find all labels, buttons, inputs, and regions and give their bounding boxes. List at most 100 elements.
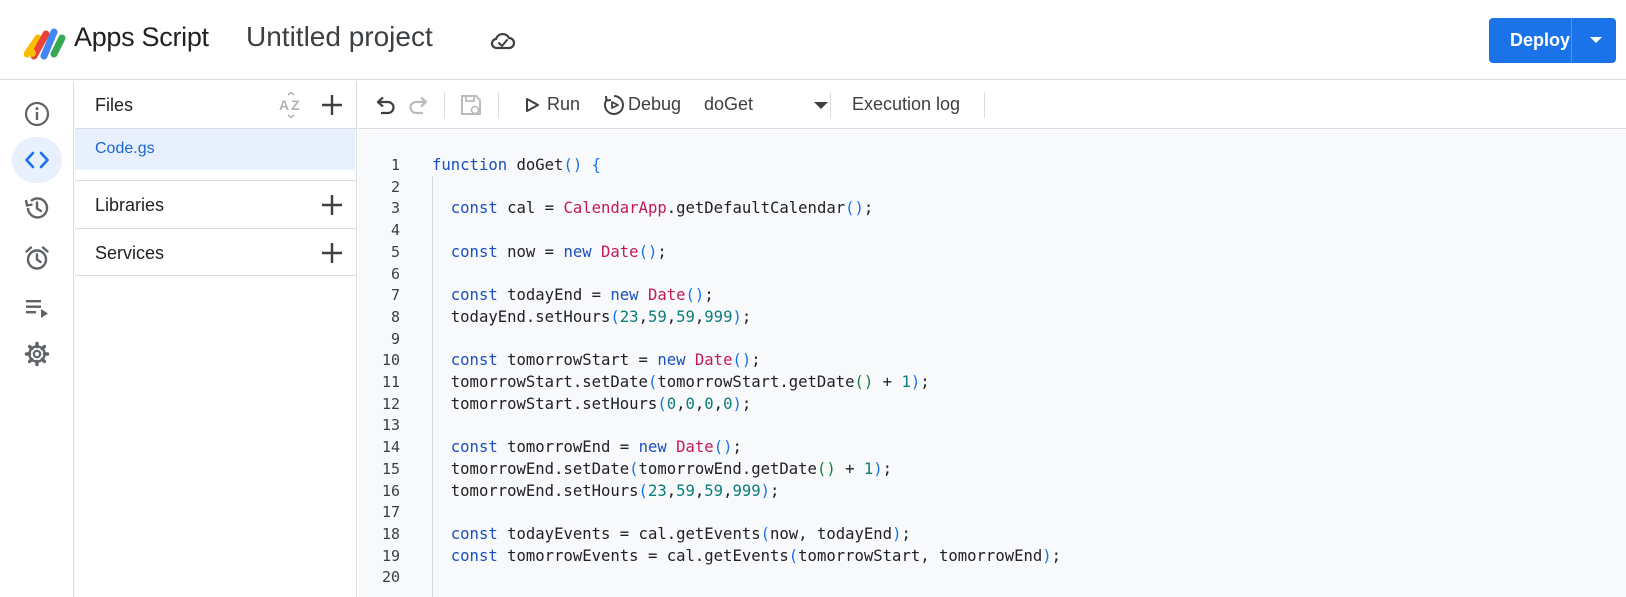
code-line[interactable]: 20 [358, 566, 1626, 588]
code-line[interactable]: 6 [358, 263, 1626, 285]
apps-script-logo-icon[interactable] [24, 24, 68, 60]
svg-text:Z: Z [291, 97, 300, 113]
undo-icon[interactable] [372, 92, 398, 118]
cloud-saved-icon [490, 32, 516, 50]
nav-editor[interactable] [12, 137, 62, 183]
run-button[interactable]: Run [547, 94, 580, 115]
file-item-code-gs[interactable]: Code.gs [75, 129, 355, 170]
toolbar-divider [984, 92, 985, 118]
line-number: 7 [390, 286, 400, 305]
code-line[interactable]: 16 tomorrowEnd.setHours(23,59,59,999); [358, 480, 1626, 502]
code-text: const tomorrowEnd = new Date(); [450, 438, 742, 457]
code-line[interactable]: 2 [358, 176, 1626, 198]
debug-button[interactable]: Debug [628, 94, 681, 115]
line-number: 8 [390, 307, 400, 326]
project-title[interactable]: Untitled project [246, 21, 433, 53]
nav-triggers[interactable] [12, 235, 62, 281]
code-editor[interactable]: 1 function doGet() {2 3 const cal = Calend… [358, 130, 1626, 597]
code-text: const tomorrowEvents = cal.getEvents(tom… [450, 546, 1062, 565]
line-number: 17 [381, 503, 400, 522]
code-text: const todayEnd = new Date(); [450, 286, 714, 305]
line-number: 10 [381, 351, 400, 370]
code-line[interactable]: 9 [358, 328, 1626, 350]
line-number: 2 [390, 177, 400, 196]
debug-icon[interactable] [601, 92, 627, 118]
toolbar-divider [830, 92, 831, 118]
services-label: Services [95, 243, 165, 263]
dropdown-caret-icon [814, 102, 828, 109]
add-file-icon[interactable] [319, 92, 345, 118]
files-title: Files [95, 95, 134, 115]
code-line[interactable]: 4 [358, 219, 1626, 241]
code-line[interactable]: 19 const tomorrowEvents = cal.getEvents(… [358, 545, 1626, 567]
app-header: Apps Script Untitled project Deploy [0, 0, 1626, 80]
nav-executions[interactable] [12, 285, 62, 331]
code-text: tomorrowEnd.setHours(23,59,59,999); [432, 481, 780, 500]
code-line[interactable]: 12 tomorrowStart.setHours(0,0,0,0); [358, 393, 1626, 415]
code-line[interactable]: 15 tomorrowEnd.setDate(tomorrowEnd.getDa… [358, 458, 1626, 480]
execution-log-button[interactable]: Execution log [852, 94, 960, 115]
run-icon[interactable] [522, 92, 542, 118]
toolbar-divider [498, 92, 499, 118]
info-icon [24, 101, 50, 127]
code-line[interactable]: 1 function doGet() { [358, 154, 1626, 176]
line-number: 3 [390, 199, 400, 218]
deploy-label: Deploy [1510, 30, 1571, 50]
app-name: Apps Script [74, 22, 209, 52]
line-number: 6 [390, 264, 400, 283]
file-name: Code.gs [95, 140, 155, 157]
code-line[interactable]: 18 const todayEvents = cal.getEvents(now… [358, 523, 1626, 545]
code-text: tomorrowStart.setHours(0,0,0,0); [432, 394, 752, 413]
code-line[interactable]: 5 const now = new Date(); [358, 241, 1626, 263]
files-panel: Files A Z Code.gs Libraries Services [75, 81, 357, 597]
line-number: 1 [390, 156, 400, 174]
code-line[interactable]: 8 todayEnd.setHours(23,59,59,999); [358, 306, 1626, 328]
code-line[interactable]: 7 const todayEnd = new Date(); [358, 284, 1626, 306]
code-line[interactable]: 14 const tomorrowEnd = new Date(); [358, 436, 1626, 458]
history-icon [24, 197, 49, 219]
code-line[interactable]: 3 const cal = CalendarApp.getDefaultCale… [358, 197, 1626, 219]
code-line[interactable]: 13 [358, 414, 1626, 436]
editor-toolbar: Run Debug doGet Execution log [358, 81, 1626, 129]
left-navigation [0, 81, 74, 597]
function-select[interactable]: doGet [704, 89, 834, 121]
toolbar-divider [444, 92, 445, 118]
code-text: tomorrowStart.setDate(tomorrowStart.getD… [432, 373, 930, 391]
code-text: todayEnd.setHours(23,59,59,999); [432, 307, 752, 326]
code-line[interactable]: 10 const tomorrowStart = new Date(); [358, 349, 1626, 371]
caret-down-icon[interactable] [1587, 31, 1605, 49]
line-number: 20 [381, 568, 400, 587]
deploy-divider [1571, 18, 1572, 63]
line-number: 12 [381, 394, 400, 413]
code-text: const tomorrowStart = new Date(); [450, 351, 761, 370]
code-text: tomorrowEnd.setDate(tomorrowEnd.getDate(… [432, 459, 893, 478]
code-line[interactable]: 17 [358, 501, 1626, 523]
services-section: Services [75, 228, 357, 276]
svg-text:A: A [279, 97, 289, 113]
function-select-value: doGet [704, 94, 754, 114]
nav-project-settings[interactable] [12, 331, 62, 377]
line-number: 18 [381, 524, 400, 543]
files-header: Files A Z [75, 81, 357, 129]
line-number: 19 [381, 546, 400, 565]
line-number: 15 [381, 459, 400, 478]
add-service-icon[interactable] [319, 240, 345, 266]
add-library-icon[interactable] [319, 192, 345, 218]
nav-overview[interactable] [12, 91, 62, 137]
line-number: 4 [390, 221, 400, 240]
line-number: 11 [381, 373, 400, 391]
code-text: const now = new Date(); [450, 242, 667, 261]
code-text: function doGet() { [432, 156, 602, 174]
libraries-section: Libraries [75, 180, 357, 228]
redo-icon[interactable] [406, 92, 432, 118]
code-text: const cal = CalendarApp.getDefaultCalend… [450, 199, 874, 218]
save-icon[interactable] [458, 92, 484, 118]
line-number: 9 [390, 329, 400, 348]
code-icon [25, 151, 49, 169]
executions-icon [26, 300, 48, 318]
nav-project-history[interactable] [12, 185, 62, 231]
alarm-icon [25, 246, 49, 270]
sort-az-icon[interactable]: A Z [277, 92, 305, 120]
deploy-button[interactable]: Deploy [1489, 18, 1616, 63]
code-line[interactable]: 11 tomorrowStart.setDate(tomorrowStart.g… [358, 371, 1626, 393]
